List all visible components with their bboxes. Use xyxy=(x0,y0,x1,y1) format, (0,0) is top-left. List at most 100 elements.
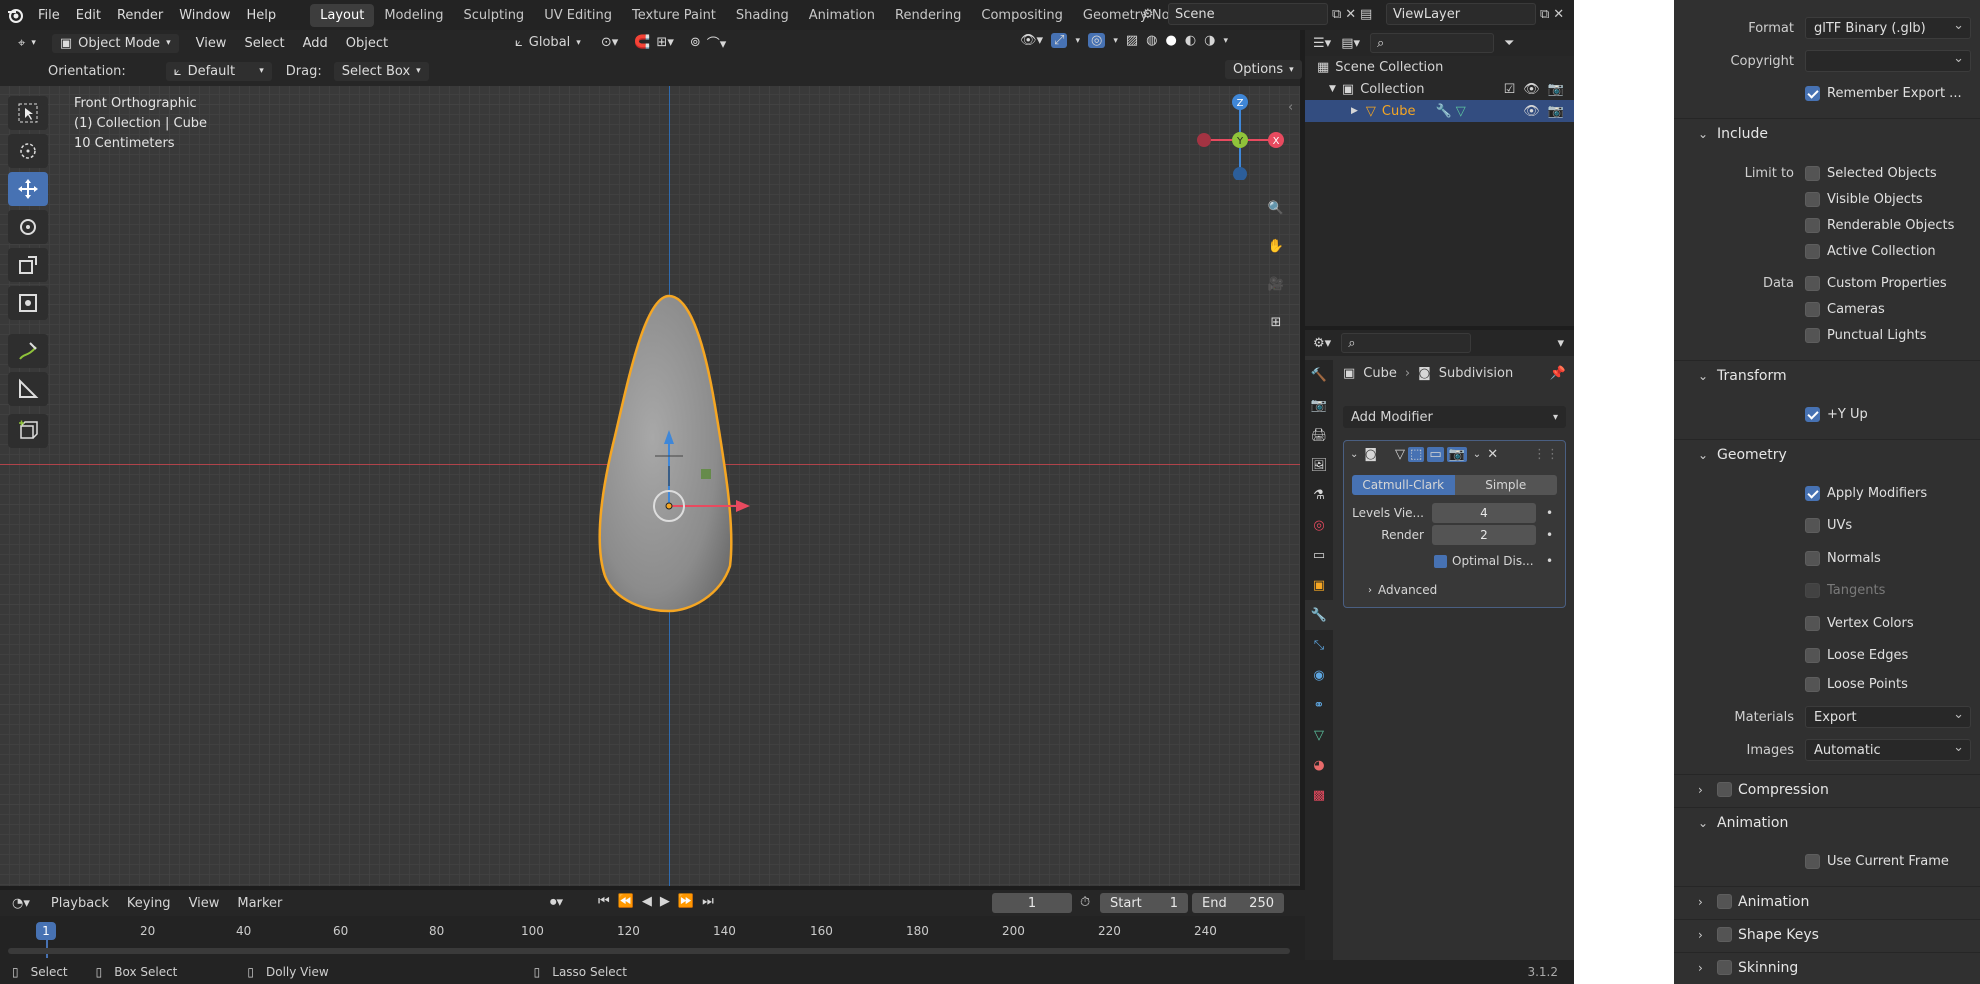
cursor-tool-icon[interactable] xyxy=(8,134,48,168)
loose-edges-checkbox[interactable] xyxy=(1805,647,1820,663)
images-dropdown[interactable]: Automatic xyxy=(1805,739,1971,761)
tab-shading[interactable]: Shading xyxy=(726,4,799,27)
scene-tab-icon[interactable]: ⚗ xyxy=(1305,480,1333,510)
timeline-menu-view[interactable]: View xyxy=(180,896,229,911)
solid-shading-icon[interactable]: ● xyxy=(1165,33,1176,48)
viewport-menu-view[interactable]: View xyxy=(187,36,236,51)
zoom-icon[interactable]: 🔍 xyxy=(1262,194,1290,222)
prev-keyframe-icon[interactable]: ⏪ xyxy=(618,894,634,909)
keyframe-dot-icon[interactable]: • xyxy=(1546,528,1553,542)
uvs-checkbox[interactable] xyxy=(1805,517,1820,533)
catmull-clark-button[interactable]: Catmull-Clark xyxy=(1352,475,1455,495)
tangents-checkbox[interactable] xyxy=(1805,582,1820,598)
orientation-dropdown[interactable]: ⟀ Default ▾ xyxy=(165,61,272,81)
jump-start-icon[interactable]: ⏮ xyxy=(598,894,610,909)
view-layer-tab-icon[interactable]: 🖼 xyxy=(1305,450,1333,480)
timeline-scrollbar[interactable] xyxy=(8,948,1290,954)
start-frame-field[interactable]: Start 1 xyxy=(1100,893,1188,913)
normals-checkbox[interactable] xyxy=(1805,550,1820,566)
gizmo-toggle-icon[interactable]: ⤢ xyxy=(1051,33,1068,48)
modifier-tab-icon[interactable]: 🔧 xyxy=(1305,600,1333,630)
animation-section-header[interactable]: ⌄ Animation xyxy=(1674,807,1980,837)
tab-modeling[interactable]: Modeling xyxy=(374,4,453,27)
render-levels-field[interactable]: 2 xyxy=(1432,525,1536,545)
outliner-editor-icon[interactable]: ☰▾ xyxy=(1313,36,1331,51)
simple-button[interactable]: Simple xyxy=(1454,475,1557,495)
tab-uv-editing[interactable]: UV Editing xyxy=(534,4,622,27)
wireframe-shading-icon[interactable]: ◍ xyxy=(1146,33,1157,48)
physics-tab-icon[interactable]: ◉ xyxy=(1305,660,1333,690)
viewlayer-icon[interactable]: ▤ xyxy=(1360,7,1382,22)
properties-search-input[interactable]: ⌕ xyxy=(1341,333,1472,353)
object-tab-icon[interactable]: ▣ xyxy=(1305,570,1333,600)
visibility-icon[interactable]: 👁▾ xyxy=(1020,33,1043,48)
menu-help[interactable]: Help xyxy=(239,8,285,23)
visible-objects-checkbox[interactable] xyxy=(1805,191,1820,207)
compression-checkbox[interactable] xyxy=(1717,782,1732,797)
viewport-menu-add[interactable]: Add xyxy=(294,36,337,51)
use-current-frame-checkbox[interactable] xyxy=(1805,853,1820,869)
play-reverse-icon[interactable]: ◀ xyxy=(642,894,652,909)
add-modifier-dropdown[interactable]: Add Modifier ▾ xyxy=(1343,406,1566,428)
scale-tool-icon[interactable] xyxy=(8,248,48,282)
timeline-editor-icon[interactable]: ◔▾ xyxy=(12,896,30,911)
close-icon[interactable]: ✕ xyxy=(1487,447,1498,462)
play-icon[interactable]: ▶ xyxy=(660,894,670,909)
loose-points-checkbox[interactable] xyxy=(1805,676,1820,692)
viewlayer-field[interactable]: ViewLayer xyxy=(1386,3,1536,25)
snap-icon[interactable]: 🧲 xyxy=(634,35,650,50)
scene-icon[interactable]: ⚙ xyxy=(1142,7,1164,22)
materials-dropdown[interactable]: Export xyxy=(1805,706,1971,728)
cameras-checkbox[interactable] xyxy=(1805,301,1820,317)
eye-icon[interactable]: 👁 xyxy=(1523,82,1540,97)
tool-tab-icon[interactable]: 🔨 xyxy=(1305,360,1333,390)
collapse-chevron-icon[interactable]: ⌄ xyxy=(1350,449,1358,460)
xray-icon[interactable]: ▨ xyxy=(1126,33,1138,48)
measure-tool-icon[interactable] xyxy=(8,372,48,406)
chevron-down-icon[interactable]: ⌄ xyxy=(1473,449,1481,460)
sidebar-toggle-icon[interactable]: ‹ xyxy=(1288,100,1293,115)
on-cage-icon[interactable]: ▽ xyxy=(1395,447,1405,462)
snap-target-icon[interactable]: ⊞▾ xyxy=(656,35,673,50)
world-tab-icon[interactable]: ◎ xyxy=(1305,510,1333,540)
optimal-display-checkbox[interactable] xyxy=(1434,554,1447,568)
animation-checkbox[interactable] xyxy=(1717,894,1732,909)
transform-tool-icon[interactable] xyxy=(8,286,48,320)
shape-keys-section-header[interactable]: › Shape Keys xyxy=(1674,919,1980,949)
transform-section-header[interactable]: ⌄ Transform xyxy=(1674,360,1980,390)
collection-row[interactable]: ▼ ▣ Collection ☑ 👁 📷 xyxy=(1305,78,1574,100)
exclude-checkbox-icon[interactable]: ☑ xyxy=(1504,82,1516,97)
geometry-section-header[interactable]: ⌄ Geometry xyxy=(1674,439,1980,469)
eye-icon[interactable]: 👁 xyxy=(1523,104,1540,119)
editor-type-button[interactable]: ⌖ ▾ xyxy=(10,34,44,53)
tab-sculpting[interactable]: Sculpting xyxy=(453,4,534,27)
viewport-menu-object[interactable]: Object xyxy=(337,36,397,51)
pivot-icon[interactable]: ⊙▾ xyxy=(601,35,618,50)
blender-logo-icon[interactable] xyxy=(0,0,30,30)
data-tab-icon[interactable]: ▽ xyxy=(1305,720,1333,750)
filter-icon[interactable]: ⏷ xyxy=(1504,36,1514,51)
collection-tab-icon[interactable]: ▭ xyxy=(1305,540,1333,570)
timeline-track[interactable]: 1 20 40 60 80 100 120 140 160 180 200 22… xyxy=(0,916,1305,960)
properties-editor-icon[interactable]: ⚙▾ xyxy=(1313,336,1331,351)
selected-objects-checkbox[interactable] xyxy=(1805,165,1820,181)
new-viewlayer-icon[interactable]: ⧉ xyxy=(1540,7,1549,22)
y-up-checkbox[interactable] xyxy=(1805,406,1820,422)
keyframe-dot-icon[interactable]: • xyxy=(1546,506,1553,520)
navigation-gizmo[interactable]: Z X Y xyxy=(1195,90,1285,180)
skinning-section-header[interactable]: › Skinning xyxy=(1674,952,1980,982)
orientation-global-dropdown[interactable]: Global xyxy=(529,35,570,50)
scene-field[interactable]: Scene xyxy=(1168,3,1328,25)
material-shading-icon[interactable]: ◐ xyxy=(1185,33,1196,48)
skinning-checkbox[interactable] xyxy=(1717,960,1732,975)
realtime-icon[interactable]: ▭ xyxy=(1427,446,1444,462)
display-mode-icon[interactable]: ▤▾ xyxy=(1341,36,1360,51)
rendered-shading-icon[interactable]: ◑ xyxy=(1204,33,1215,48)
output-tab-icon[interactable]: 🖨 xyxy=(1305,420,1333,450)
timeline-menu-marker[interactable]: Marker xyxy=(228,896,291,911)
rotate-tool-icon[interactable] xyxy=(8,210,48,244)
falloff-icon[interactable]: ⌒▾ xyxy=(707,33,727,52)
constraints-tab-icon[interactable]: ⚭ xyxy=(1305,690,1333,720)
select-box-tool-icon[interactable] xyxy=(8,96,48,130)
playhead[interactable]: 1 xyxy=(36,922,56,940)
